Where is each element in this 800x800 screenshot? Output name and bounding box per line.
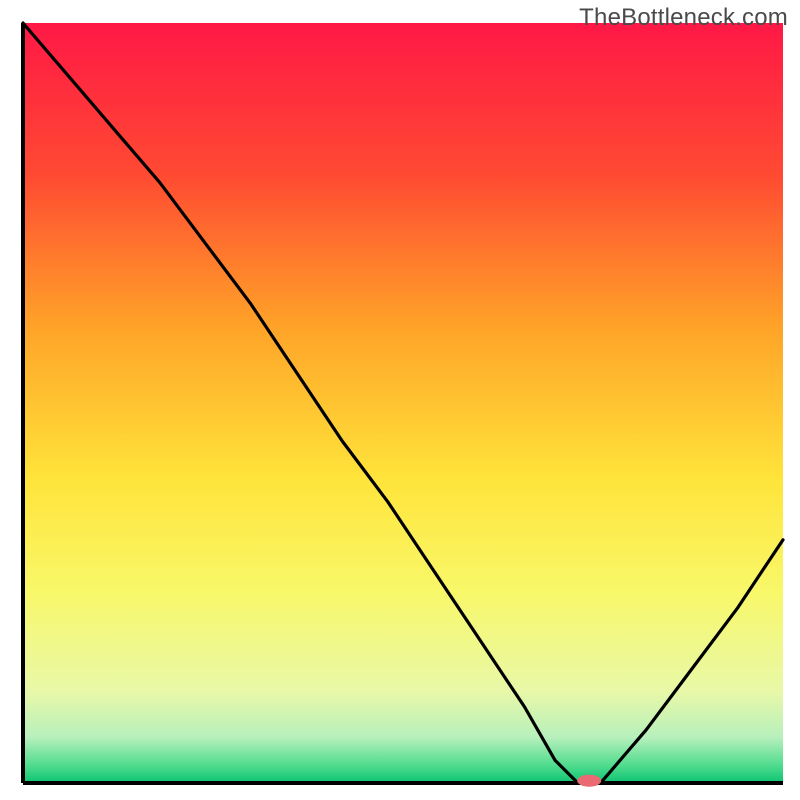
plot-background [23,23,783,783]
optimum-marker [577,775,601,787]
chart-container: TheBottleneck.com [0,0,800,800]
chart-svg [0,0,800,800]
